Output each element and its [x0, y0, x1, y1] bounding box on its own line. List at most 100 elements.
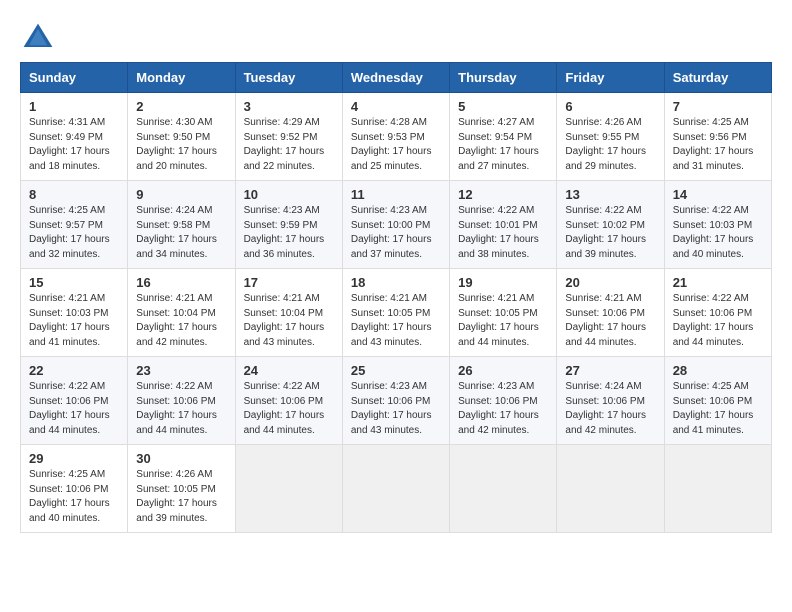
- calendar-cell: 26 Sunrise: 4:23 AM Sunset: 10:06 PM Dayl…: [450, 357, 557, 445]
- day-info: Sunrise: 4:22 AM Sunset: 10:03 PM Daylig…: [673, 204, 763, 262]
- calendar-cell: 11 Sunrise: 4:23 AM Sunset: 10:00 PM Dayl…: [342, 181, 449, 269]
- calendar-cell: 23 Sunrise: 4:22 AM Sunset: 10:06 PM Dayl…: [128, 357, 235, 445]
- day-number: 12: [458, 187, 548, 202]
- day-number: 17: [244, 275, 334, 290]
- calendar-cell: 30 Sunrise: 4:26 AM Sunset: 10:05 PM Dayl…: [128, 445, 235, 533]
- calendar-cell: 17 Sunrise: 4:21 AM Sunset: 10:04 PM Dayl…: [235, 269, 342, 357]
- header-saturday: Saturday: [664, 63, 771, 93]
- day-info: Sunrise: 4:25 AM Sunset: 10:06 PM Daylig…: [673, 380, 763, 438]
- day-number: 14: [673, 187, 763, 202]
- calendar-cell: 21Sunrise: 4:22 AM Sunset: 10:06 PM Dayl…: [664, 269, 771, 357]
- day-info: Sunrise: 4:26 AM Sunset: 10:05 PM Daylig…: [136, 468, 226, 526]
- day-info: Sunrise: 4:23 AM Sunset: 10:06 PM Daylig…: [458, 380, 548, 438]
- calendar-week-row: 8 Sunrise: 4:25 AM Sunset: 9:57 PM Daylig…: [21, 181, 772, 269]
- day-number: 15: [29, 275, 119, 290]
- day-number: 9: [136, 187, 226, 202]
- day-info: Sunrise: 4:22 AM Sunset: 10:06 PM Daylig…: [136, 380, 226, 438]
- calendar-cell: 4Sunrise: 4:28 AM Sunset: 9:53 PM Daylig…: [342, 93, 449, 181]
- calendar-cell: 20 Sunrise: 4:21 AM Sunset: 10:06 PM Dayl…: [557, 269, 664, 357]
- day-info: Sunrise: 4:22 AM Sunset: 10:06 PM Daylig…: [244, 380, 334, 438]
- day-info: Sunrise: 4:21 AM Sunset: 10:05 PM Daylig…: [351, 292, 441, 350]
- day-number: 27: [565, 363, 655, 378]
- day-number: 7: [673, 99, 763, 114]
- calendar-cell: 29 Sunrise: 4:25 AM Sunset: 10:06 PM Dayl…: [21, 445, 128, 533]
- day-info: Sunrise: 4:23 AM Sunset: 10:00 PM Daylig…: [351, 204, 441, 262]
- day-number: 11: [351, 187, 441, 202]
- calendar-cell: [342, 445, 449, 533]
- day-number: 30: [136, 451, 226, 466]
- day-number: 18: [351, 275, 441, 290]
- day-number: 16: [136, 275, 226, 290]
- day-info: Sunrise: 4:29 AM Sunset: 9:52 PM Dayligh…: [244, 116, 334, 174]
- logo-icon: [20, 20, 56, 56]
- day-number: 6: [565, 99, 655, 114]
- day-number: 8: [29, 187, 119, 202]
- calendar-cell: 7 Sunrise: 4:25 AM Sunset: 9:56 PM Daylig…: [664, 93, 771, 181]
- day-number: 20: [565, 275, 655, 290]
- day-info: Sunrise: 4:21 AM Sunset: 10:04 PM Daylig…: [244, 292, 334, 350]
- logo: [20, 20, 62, 56]
- calendar-cell: 22 Sunrise: 4:22 AM Sunset: 10:06 PM Dayl…: [21, 357, 128, 445]
- header-wednesday: Wednesday: [342, 63, 449, 93]
- header-sunday: Sunday: [21, 63, 128, 93]
- day-info: Sunrise: 4:21 AM Sunset: 10:03 PM Daylig…: [29, 292, 119, 350]
- calendar-cell: 15 Sunrise: 4:21 AM Sunset: 10:03 PM Dayl…: [21, 269, 128, 357]
- day-number: 21: [673, 275, 763, 290]
- day-number: 29: [29, 451, 119, 466]
- calendar-cell: [450, 445, 557, 533]
- day-info: Sunrise: 4:27 AM Sunset: 9:54 PM Dayligh…: [458, 116, 548, 174]
- calendar-table: SundayMondayTuesdayWednesdayThursdayFrid…: [20, 62, 772, 533]
- day-number: 24: [244, 363, 334, 378]
- day-number: 10: [244, 187, 334, 202]
- day-number: 1: [29, 99, 119, 114]
- day-info: Sunrise: 4:24 AM Sunset: 10:06 PM Daylig…: [565, 380, 655, 438]
- calendar-cell: [664, 445, 771, 533]
- calendar-cell: 9 Sunrise: 4:24 AM Sunset: 9:58 PM Daylig…: [128, 181, 235, 269]
- day-number: 28: [673, 363, 763, 378]
- calendar-cell: 25Sunrise: 4:23 AM Sunset: 10:06 PM Dayl…: [342, 357, 449, 445]
- calendar-cell: 10 Sunrise: 4:23 AM Sunset: 9:59 PM Dayli…: [235, 181, 342, 269]
- day-number: 22: [29, 363, 119, 378]
- day-info: Sunrise: 4:22 AM Sunset: 10:06 PM Daylig…: [29, 380, 119, 438]
- calendar-cell: 28 Sunrise: 4:25 AM Sunset: 10:06 PM Dayl…: [664, 357, 771, 445]
- header-monday: Monday: [128, 63, 235, 93]
- day-info: Sunrise: 4:23 AM Sunset: 10:06 PM Daylig…: [351, 380, 441, 438]
- calendar-cell: 5 Sunrise: 4:27 AM Sunset: 9:54 PM Daylig…: [450, 93, 557, 181]
- calendar-cell: 19Sunrise: 4:21 AM Sunset: 10:05 PM Dayl…: [450, 269, 557, 357]
- day-number: 23: [136, 363, 226, 378]
- day-info: Sunrise: 4:30 AM Sunset: 9:50 PM Dayligh…: [136, 116, 226, 174]
- day-number: 5: [458, 99, 548, 114]
- calendar-cell: 2 Sunrise: 4:30 AM Sunset: 9:50 PM Daylig…: [128, 93, 235, 181]
- calendar-week-row: 22 Sunrise: 4:22 AM Sunset: 10:06 PM Dayl…: [21, 357, 772, 445]
- calendar-cell: 24 Sunrise: 4:22 AM Sunset: 10:06 PM Dayl…: [235, 357, 342, 445]
- day-number: 3: [244, 99, 334, 114]
- day-info: Sunrise: 4:25 AM Sunset: 10:06 PM Daylig…: [29, 468, 119, 526]
- calendar-week-row: 15 Sunrise: 4:21 AM Sunset: 10:03 PM Dayl…: [21, 269, 772, 357]
- day-number: 4: [351, 99, 441, 114]
- calendar-cell: 27 Sunrise: 4:24 AM Sunset: 10:06 PM Dayl…: [557, 357, 664, 445]
- day-info: Sunrise: 4:26 AM Sunset: 9:55 PM Dayligh…: [565, 116, 655, 174]
- calendar-cell: 14 Sunrise: 4:22 AM Sunset: 10:03 PM Dayl…: [664, 181, 771, 269]
- calendar-cell: 13 Sunrise: 4:22 AM Sunset: 10:02 PM Dayl…: [557, 181, 664, 269]
- day-info: Sunrise: 4:21 AM Sunset: 10:05 PM Daylig…: [458, 292, 548, 350]
- day-info: Sunrise: 4:23 AM Sunset: 9:59 PM Dayligh…: [244, 204, 334, 262]
- day-info: Sunrise: 4:21 AM Sunset: 10:04 PM Daylig…: [136, 292, 226, 350]
- calendar-cell: 3 Sunrise: 4:29 AM Sunset: 9:52 PM Daylig…: [235, 93, 342, 181]
- calendar-week-row: 29 Sunrise: 4:25 AM Sunset: 10:06 PM Dayl…: [21, 445, 772, 533]
- calendar-cell: 1Sunrise: 4:31 AM Sunset: 9:49 PM Daylig…: [21, 93, 128, 181]
- day-info: Sunrise: 4:25 AM Sunset: 9:56 PM Dayligh…: [673, 116, 763, 174]
- day-info: Sunrise: 4:24 AM Sunset: 9:58 PM Dayligh…: [136, 204, 226, 262]
- day-info: Sunrise: 4:21 AM Sunset: 10:06 PM Daylig…: [565, 292, 655, 350]
- header-thursday: Thursday: [450, 63, 557, 93]
- day-number: 2: [136, 99, 226, 114]
- day-number: 26: [458, 363, 548, 378]
- calendar-cell: 16 Sunrise: 4:21 AM Sunset: 10:04 PM Dayl…: [128, 269, 235, 357]
- header: [20, 20, 772, 56]
- calendar-cell: 18 Sunrise: 4:21 AM Sunset: 10:05 PM Dayl…: [342, 269, 449, 357]
- day-info: Sunrise: 4:22 AM Sunset: 10:01 PM Daylig…: [458, 204, 548, 262]
- header-tuesday: Tuesday: [235, 63, 342, 93]
- day-info: Sunrise: 4:25 AM Sunset: 9:57 PM Dayligh…: [29, 204, 119, 262]
- day-info: Sunrise: 4:22 AM Sunset: 10:02 PM Daylig…: [565, 204, 655, 262]
- day-number: 13: [565, 187, 655, 202]
- calendar-cell: 6 Sunrise: 4:26 AM Sunset: 9:55 PM Daylig…: [557, 93, 664, 181]
